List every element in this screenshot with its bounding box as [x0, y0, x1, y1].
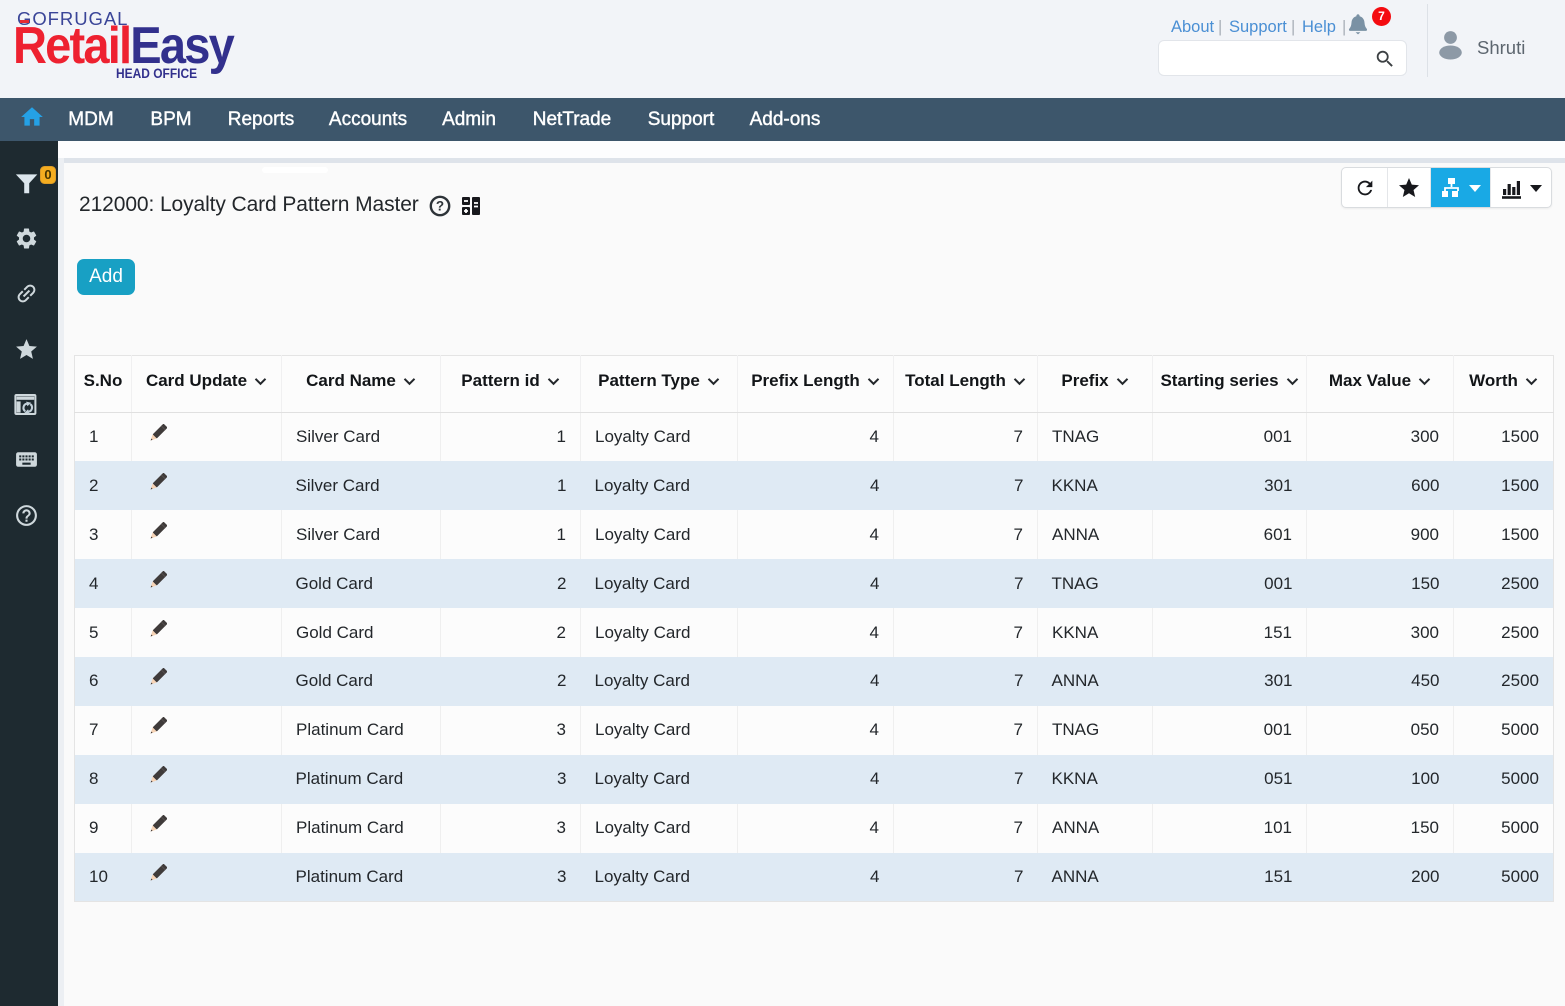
svg-text:?: ?	[436, 199, 444, 214]
